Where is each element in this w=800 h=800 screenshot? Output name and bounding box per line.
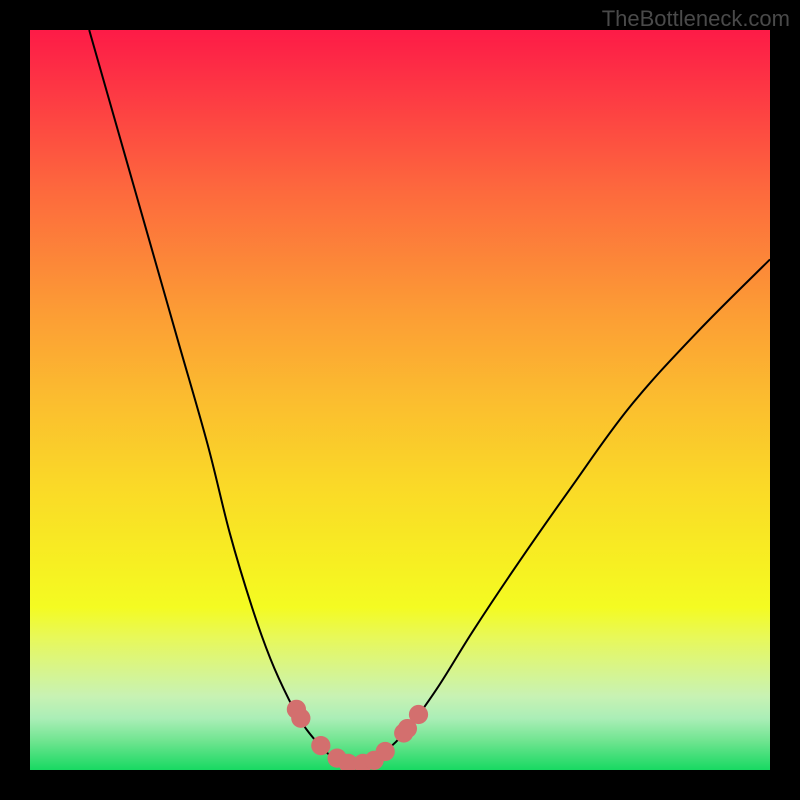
data-markers <box>287 700 428 770</box>
data-marker <box>409 705 428 724</box>
plot-area <box>30 30 770 770</box>
chart-svg <box>30 30 770 770</box>
right-curve <box>370 259 770 761</box>
left-curve <box>89 30 337 761</box>
data-marker <box>311 736 330 755</box>
watermark-text: TheBottleneck.com <box>602 6 790 32</box>
data-marker <box>291 709 310 728</box>
data-marker <box>376 742 395 761</box>
chart-container: TheBottleneck.com <box>0 0 800 800</box>
